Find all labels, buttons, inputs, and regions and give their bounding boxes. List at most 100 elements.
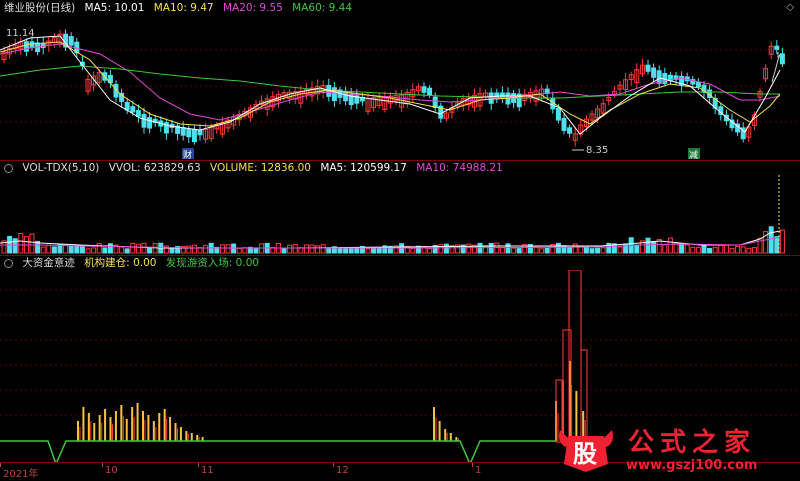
ma60-value: MA60: 9.44 [292, 2, 353, 14]
volume-bar [236, 247, 242, 254]
candle-body [130, 106, 136, 113]
volume-bar [74, 245, 80, 254]
volume-bar [723, 244, 729, 254]
candle-body [567, 127, 573, 134]
volume-bar [779, 229, 785, 254]
candle-body [135, 110, 141, 117]
candle-body [774, 45, 780, 50]
volume-bar [219, 244, 225, 254]
volume-bar [634, 244, 640, 254]
x-tick-oct: 10 [105, 465, 118, 476]
volume-bar [203, 244, 209, 254]
volume-bar [253, 247, 259, 254]
price-high-label: 11.14 [6, 28, 35, 39]
volume-bar [354, 247, 360, 254]
volume-bars [1, 226, 785, 254]
candle-body [488, 92, 494, 104]
volume-bar [29, 233, 35, 254]
volume-chart[interactable] [0, 175, 800, 255]
volume-bar [539, 248, 545, 254]
indicator-header: 大资金意迹 机构建仓: 0.00 发现游资入场: 0.00 [4, 256, 265, 270]
volume-bar [746, 247, 752, 254]
volume-bar [600, 247, 606, 254]
indicator-toggle-icon[interactable] [4, 258, 13, 268]
volume-bar [124, 248, 130, 254]
indicator-gridlines [0, 289, 800, 416]
volume-bar [505, 243, 511, 254]
watermark-url: www.gszj100.com [626, 458, 758, 473]
watermark: 股 公式之家 www.gszj100.com [556, 422, 794, 476]
volume-bar [46, 244, 52, 254]
price-chart[interactable]: 11.14 8.35 财 减 [0, 14, 800, 160]
volume-bar [410, 248, 416, 254]
volume-bar [107, 243, 113, 254]
volume-bar [18, 232, 24, 254]
price-low-label: 8.35 [586, 145, 608, 156]
volume-bar [348, 247, 354, 254]
candle-body [147, 117, 153, 129]
candle-body [695, 81, 701, 88]
volume-bar [516, 248, 522, 254]
volume-bar [774, 236, 780, 254]
volume-bar [477, 242, 483, 254]
candle-body [68, 36, 74, 46]
x-tick-year: 2021年 [3, 469, 39, 480]
volume-value: VOLUME: 12836.00 [210, 162, 311, 174]
volume-bar [438, 244, 444, 254]
volume-bar [735, 245, 741, 254]
volume-bar [679, 243, 685, 254]
volume-bar [684, 244, 690, 254]
volume-bar [343, 247, 349, 254]
candle-body [555, 107, 561, 121]
volume-bar [673, 243, 679, 254]
volume-bar [102, 247, 108, 254]
diamond-icon[interactable]: ◇ [786, 2, 794, 13]
volume-bar [79, 246, 85, 254]
volume-bar [186, 245, 192, 254]
volume-bar [511, 247, 517, 254]
volume-bar [68, 245, 74, 254]
volume-bar [40, 246, 46, 254]
volume-bar [91, 247, 97, 254]
candle-body [651, 67, 657, 78]
price-gridlines [0, 49, 800, 123]
candle-body [421, 86, 427, 93]
volume-bar [494, 242, 500, 254]
volume-bar [315, 245, 321, 254]
event-marker-jian[interactable]: 减 [689, 149, 698, 160]
volume-bar [555, 242, 561, 254]
volume-bar [141, 242, 147, 254]
volume-bar [583, 246, 589, 254]
logo-text: 股 [573, 439, 597, 468]
volume-bar [667, 237, 673, 254]
volume-bar [690, 246, 696, 254]
volume-bar [729, 248, 735, 254]
volume-bar [768, 226, 774, 254]
volume-bar [320, 244, 326, 254]
volume-bar [740, 246, 746, 254]
candle-body [141, 113, 147, 128]
volume-bar [701, 245, 707, 254]
volume-bar [589, 248, 595, 254]
candle-body [779, 53, 785, 65]
volume-bar [287, 244, 293, 254]
indicator-toggle-icon[interactable] [4, 163, 13, 173]
indicator-v2: 发现游资入场: 0.00 [165, 257, 260, 269]
volume-bar [595, 247, 601, 254]
candle-body [197, 129, 203, 136]
vvol-value: VVOL: 623829.63 [108, 162, 201, 174]
candle-body [124, 101, 130, 111]
event-marker-cai[interactable]: 财 [183, 149, 192, 160]
volume-bar [147, 247, 153, 254]
volume-bar [96, 243, 102, 254]
price-candles [1, 29, 785, 147]
x-tick-nov: 11 [201, 465, 214, 476]
candle-body [29, 41, 35, 48]
candle-body [186, 128, 192, 138]
volume-bar [466, 243, 472, 254]
volume-bar [119, 246, 125, 254]
candle-body [23, 41, 29, 52]
volume-bar [169, 248, 175, 254]
stock-title: 维业股份(日线) [4, 2, 76, 14]
bull-logo-icon: 股 [559, 430, 613, 472]
